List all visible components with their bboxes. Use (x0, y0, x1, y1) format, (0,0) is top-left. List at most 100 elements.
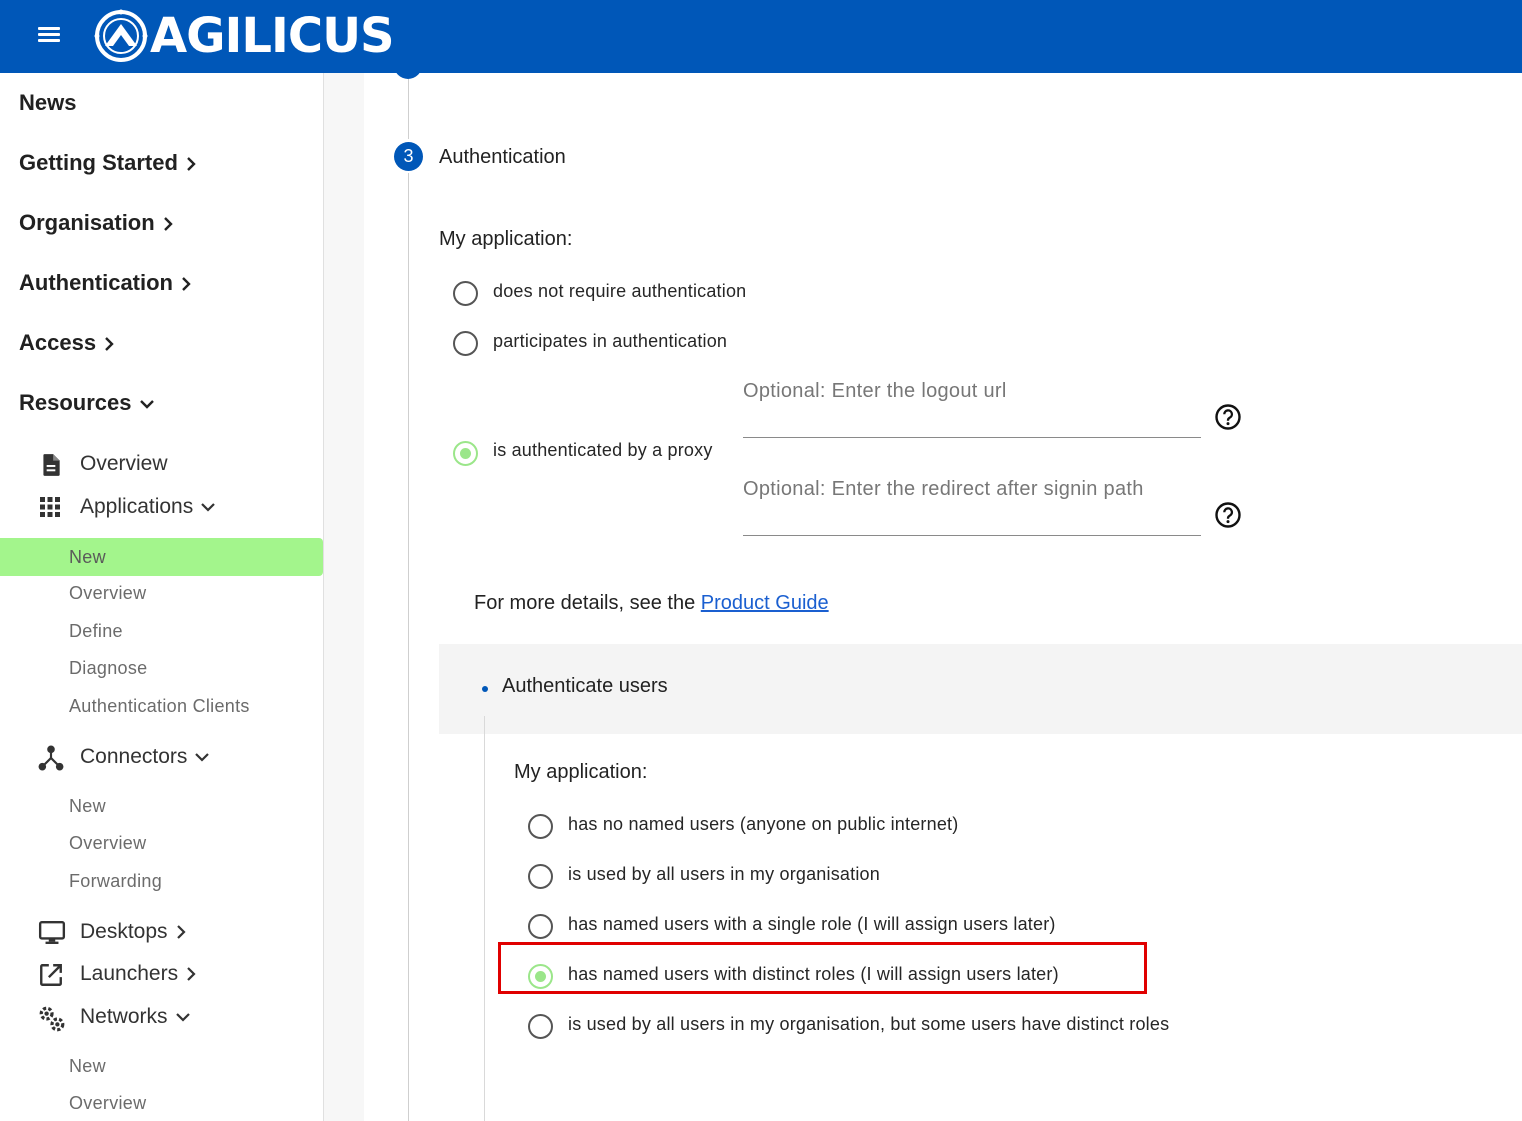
radio-all-users[interactable] (528, 864, 553, 889)
sidebar-item-networks-overview[interactable]: Overview (0, 1088, 323, 1118)
main-content: 3 Authentication My application: does no… (364, 73, 1522, 1121)
sidebar-item-applications[interactable]: Applications (36, 492, 217, 522)
radio-label[interactable]: is authenticated by a proxy (493, 440, 713, 461)
sidebar-item-label: Applications (80, 495, 194, 518)
sidebar-item-label: Connectors (80, 745, 188, 768)
logout-url-placeholder: Optional: Enter the logout url (743, 380, 1007, 402)
sidebar-nav: News Getting Started Organisation Authen… (0, 73, 324, 1121)
sidebar-item-label: Overview (69, 1093, 147, 1113)
monitor-icon (38, 921, 66, 944)
radio-label[interactable]: participates in authentication (493, 331, 727, 352)
users-heading: My application: (514, 761, 648, 783)
sidebar-item-applications-overview[interactable]: Overview (0, 578, 323, 608)
auth-heading: My application: (439, 228, 573, 250)
sidebar-item-authentication[interactable]: Authentication (19, 268, 193, 298)
sidebar-item-label: Access (19, 330, 97, 355)
apps-grid-icon (40, 497, 60, 517)
panel-title: Authenticate users (502, 675, 668, 697)
sidebar-item-news[interactable]: News (19, 88, 76, 118)
radio-mixed-roles[interactable] (528, 1014, 553, 1039)
sidebar-item-label: Diagnose (69, 658, 148, 678)
sidebar-item-connectors-forwarding[interactable]: Forwarding (0, 866, 323, 896)
sidebar-item-organisation[interactable]: Organisation (19, 208, 175, 238)
sidebar-item-label: Overview (69, 583, 147, 603)
sidebar-item-connectors-overview[interactable]: Overview (0, 828, 323, 858)
radio-proxy[interactable] (453, 441, 478, 466)
sidebar-item-authentication-clients[interactable]: Authentication Clients (0, 691, 323, 721)
sidebar-item-label: News (19, 90, 77, 115)
gears-icon (39, 1006, 65, 1032)
chevron-right-icon (105, 337, 114, 352)
radio-label[interactable]: does not require authentication (493, 281, 746, 302)
sidebar-item-access[interactable]: Access (19, 328, 116, 358)
content-gutter (324, 73, 364, 1121)
chevron-down-icon (195, 753, 210, 763)
help-circle-icon[interactable] (1214, 403, 1242, 431)
step-title[interactable]: Authentication (439, 143, 566, 171)
chevron-right-icon (182, 277, 191, 292)
sidebar-item-label: Overview (69, 833, 147, 853)
chevron-right-icon (176, 925, 186, 940)
sidebar-item-label: Networks (80, 1005, 168, 1028)
radio-participates[interactable] (453, 331, 478, 356)
menu-icon[interactable] (36, 24, 62, 46)
product-guide-link[interactable]: Product Guide (701, 592, 829, 614)
details-prefix: For more details, see the (474, 592, 701, 614)
sidebar-item-connectors-new[interactable]: New (0, 791, 323, 821)
bullet-icon (482, 686, 488, 692)
sidebar-item-label: Forwarding (69, 871, 163, 891)
radio-no-auth[interactable] (453, 281, 478, 306)
sidebar-item-label: Desktops (80, 920, 168, 943)
stepper-connector (408, 79, 409, 139)
chevron-down-icon (201, 503, 216, 513)
sidebar-item-resources[interactable]: Resources (19, 388, 156, 418)
radio-single-role[interactable] (528, 914, 553, 939)
radio-no-named-users[interactable] (528, 814, 553, 839)
redirect-path-placeholder: Optional: Enter the redirect after signi… (743, 478, 1144, 500)
radio-distinct-roles[interactable] (528, 964, 553, 989)
radio-label[interactable]: has named users with a single role (I wi… (568, 914, 1056, 935)
document-icon (43, 454, 60, 476)
authenticate-users-panel[interactable]: Authenticate users (439, 644, 1522, 734)
panel-connector (484, 716, 485, 1121)
help-circle-icon[interactable] (1214, 501, 1242, 529)
chevron-right-icon (163, 217, 173, 232)
sidebar-item-label: New (69, 796, 106, 816)
stepper-connector (408, 173, 409, 1121)
sidebar-item-applications-new[interactable]: New (0, 538, 323, 576)
chevron-right-icon (187, 157, 196, 172)
sidebar-item-connectors[interactable]: Connectors (36, 742, 211, 772)
sidebar-item-applications-diagnose[interactable]: Diagnose (0, 653, 323, 683)
sidebar-item-applications-define[interactable]: Define (0, 616, 323, 646)
step-number-badge: 3 (394, 142, 423, 171)
sidebar-item-label: Resources (19, 390, 132, 415)
redirect-path-input[interactable]: Optional: Enter the redirect after signi… (743, 474, 1201, 536)
sidebar-item-label: Overview (80, 452, 168, 475)
radio-label[interactable]: is used by all users in my organisation (568, 864, 880, 885)
sidebar-item-launchers[interactable]: Launchers (36, 959, 198, 989)
chevron-down-icon (139, 400, 154, 409)
launch-icon (40, 964, 62, 986)
sidebar-item-label: Authentication Clients (69, 696, 250, 716)
chevron-right-icon (187, 967, 196, 982)
sidebar-item-label: Launchers (80, 962, 179, 985)
agilicus-logo-icon (94, 9, 148, 62)
radio-label[interactable]: has named users with distinct roles (I w… (568, 964, 1059, 985)
chevron-down-icon (175, 1013, 190, 1023)
sidebar-item-desktops[interactable]: Desktops (36, 917, 188, 947)
sidebar-item-networks[interactable]: Networks (36, 1002, 192, 1032)
sidebar-item-label: Authentication (19, 270, 173, 295)
radio-label[interactable]: is used by all users in my organisation,… (568, 1014, 1169, 1035)
brand-name: AGILICUS (150, 8, 395, 64)
sidebar-item-label: New (69, 547, 106, 567)
sidebar-item-networks-new[interactable]: New (0, 1051, 323, 1081)
sidebar-item-label: New (69, 1056, 106, 1076)
sidebar-item-label: Define (69, 621, 123, 641)
top-app-bar: AGILICUS (0, 0, 1522, 73)
sidebar-item-label: Getting Started (19, 150, 178, 175)
radio-label[interactable]: has no named users (anyone on public int… (568, 814, 958, 835)
sidebar-item-resources-overview[interactable]: Overview (36, 449, 168, 479)
logout-url-input[interactable]: Optional: Enter the logout url (743, 376, 1201, 438)
sidebar-item-getting-started[interactable]: Getting Started (19, 148, 198, 178)
sidebar-item-label: Organisation (19, 210, 155, 235)
